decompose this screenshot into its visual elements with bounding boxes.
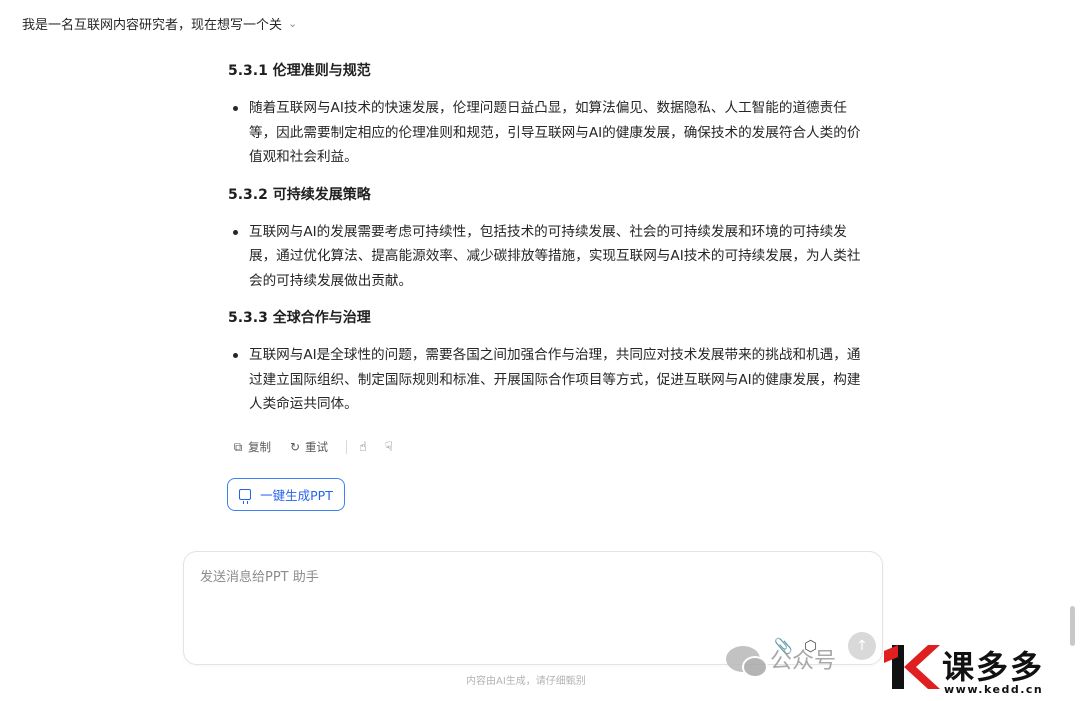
retry-button[interactable]: ↻ 重试 — [289, 439, 328, 455]
arrow-up-icon: ↑ — [856, 638, 868, 654]
message-actions: ⧉ 复制 ↻ 重试 ☝ ☟ — [232, 438, 411, 456]
conversation-title[interactable]: 我是一名互联网内容研究者，现在想写一个关 ⌄ — [22, 13, 297, 33]
copy-label: 复制 — [248, 440, 271, 454]
copy-button[interactable]: ⧉ 复制 — [232, 439, 271, 455]
list-item: 互联网与AI的发展需要考虑可持续性，包括技术的可持续发展、社会的可持续发展和环境… — [228, 220, 864, 294]
refresh-icon: ↻ — [289, 440, 301, 454]
brand-url: www.kedd.cn — [944, 683, 1044, 696]
message-input[interactable] — [200, 566, 760, 606]
wechat-icon — [726, 646, 768, 678]
copy-icon: ⧉ — [233, 439, 243, 454]
wechat-watermark: 公众号 — [726, 643, 837, 678]
brand-watermark: 课多多 www.kedd.cn — [882, 641, 1078, 697]
send-button[interactable]: ↑ — [848, 632, 876, 660]
ai-disclaimer: 内容由AI生成，请仔细甄别 — [466, 676, 586, 687]
generate-ppt-label: 一键生成PPT — [260, 488, 333, 503]
retry-label: 重试 — [305, 440, 328, 454]
message-content: 5.3.1 伦理准则与规范 随着互联网与AI技术的快速发展，伦理问题日益凸显，如… — [228, 58, 864, 429]
list-item: 互联网与AI是全球性的问题，需要各国之间加强合作与治理，共同应对技术发展带来的挑… — [228, 343, 864, 417]
thumbs-down-icon[interactable]: ☟ — [385, 440, 393, 455]
generate-ppt-button[interactable]: 一键生成PPT — [227, 478, 345, 511]
brand-name: 课多多 — [942, 648, 1045, 686]
thumbs-up-icon[interactable]: ☝ — [359, 440, 367, 455]
section-title: 5.3.3 全球合作与治理 — [228, 310, 371, 326]
list-item: 随着互联网与AI技术的快速发展，伦理问题日益凸显，如算法偏见、数据隐私、人工智能… — [228, 96, 864, 170]
divider — [346, 440, 347, 454]
wechat-watermark-text: 公众号 — [770, 649, 837, 674]
section-title: 5.3.1 伦理准则与规范 — [228, 63, 371, 79]
brand-logo-icon — [884, 645, 940, 689]
presentation-icon — [239, 489, 252, 504]
section-title: 5.3.2 可持续发展策略 — [228, 186, 371, 203]
chevron-down-icon[interactable]: ⌄ — [288, 17, 297, 30]
conversation-title-text: 我是一名互联网内容研究者，现在想写一个关 — [22, 17, 283, 33]
scrollbar[interactable] — [1070, 606, 1075, 646]
